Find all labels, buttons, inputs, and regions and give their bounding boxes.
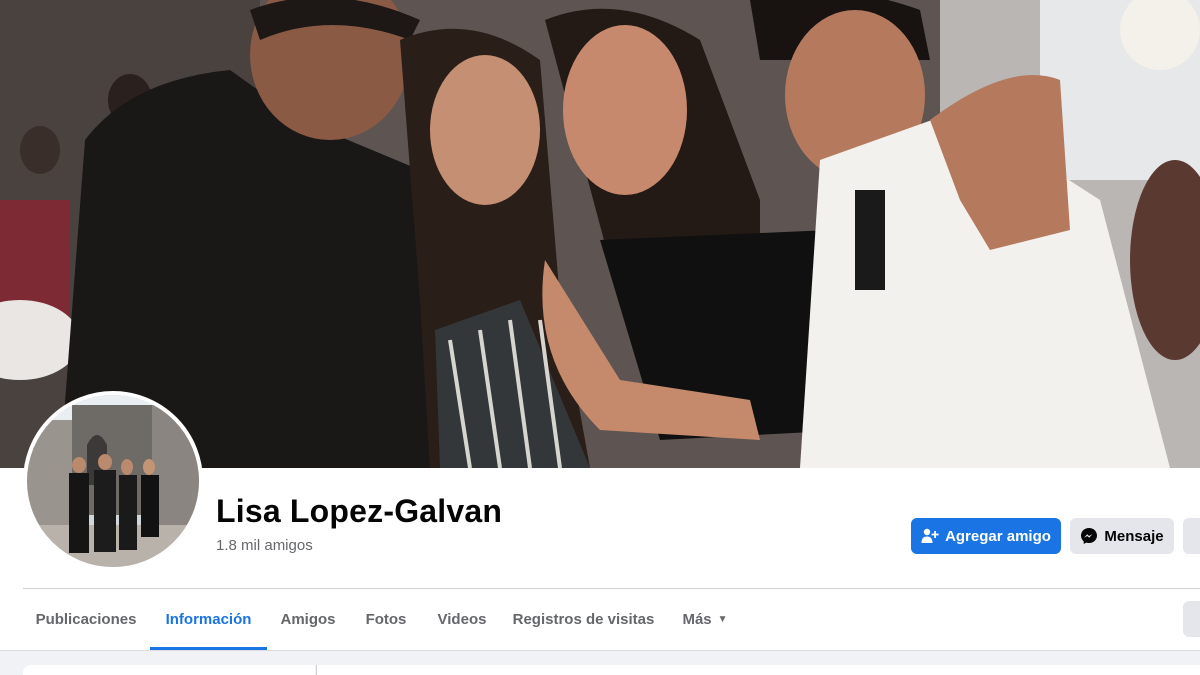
about-content-card <box>316 665 1200 675</box>
tab-overflow-button[interactable] <box>1183 601 1200 637</box>
profile-avatar[interactable] <box>23 391 203 571</box>
more-actions-button[interactable] <box>1183 518 1200 554</box>
tab-label: Más <box>682 611 712 628</box>
tab-fotos[interactable]: Fotos <box>349 589 423 650</box>
tab-label: Fotos <box>365 611 407 628</box>
header-bottom-border <box>0 650 1200 651</box>
message-button[interactable]: Mensaje <box>1070 518 1174 554</box>
add-friend-button[interactable]: Agregar amigo <box>911 518 1061 554</box>
tab-label: Publicaciones <box>35 611 137 628</box>
profile-name: Lisa Lopez-Galvan <box>216 493 503 529</box>
cover-photo-image <box>0 0 1200 468</box>
caret-down-icon: ▼ <box>717 614 728 625</box>
tab-informacion[interactable]: Información <box>150 589 267 650</box>
add-friend-label: Agregar amigo <box>945 527 1051 545</box>
tab-videos[interactable]: Videos <box>424 589 500 650</box>
cover-photo[interactable] <box>0 0 1200 468</box>
intro-card <box>23 665 315 675</box>
friends-count[interactable]: 1.8 mil amigos <box>216 537 313 554</box>
tab-label: Amigos <box>280 611 336 628</box>
tab-amigos[interactable]: Amigos <box>268 589 348 650</box>
messenger-icon <box>1080 527 1098 545</box>
tab-registros-de-visitas[interactable]: Registros de visitas <box>501 589 666 650</box>
profile-tabs: Publicaciones Información Amigos Fotos V… <box>23 589 1200 650</box>
tab-label: Videos <box>437 611 487 628</box>
tab-label: Información <box>165 611 252 628</box>
tab-publicaciones[interactable]: Publicaciones <box>23 589 149 650</box>
tab-label: Registros de visitas <box>512 611 655 628</box>
avatar-image <box>27 395 199 567</box>
tab-mas[interactable]: Más ▼ <box>667 589 743 650</box>
message-label: Mensaje <box>1104 527 1164 545</box>
profile-page: Lisa Lopez-Galvan 1.8 mil amigos Agregar… <box>0 0 1200 675</box>
person-plus-icon <box>921 528 939 544</box>
